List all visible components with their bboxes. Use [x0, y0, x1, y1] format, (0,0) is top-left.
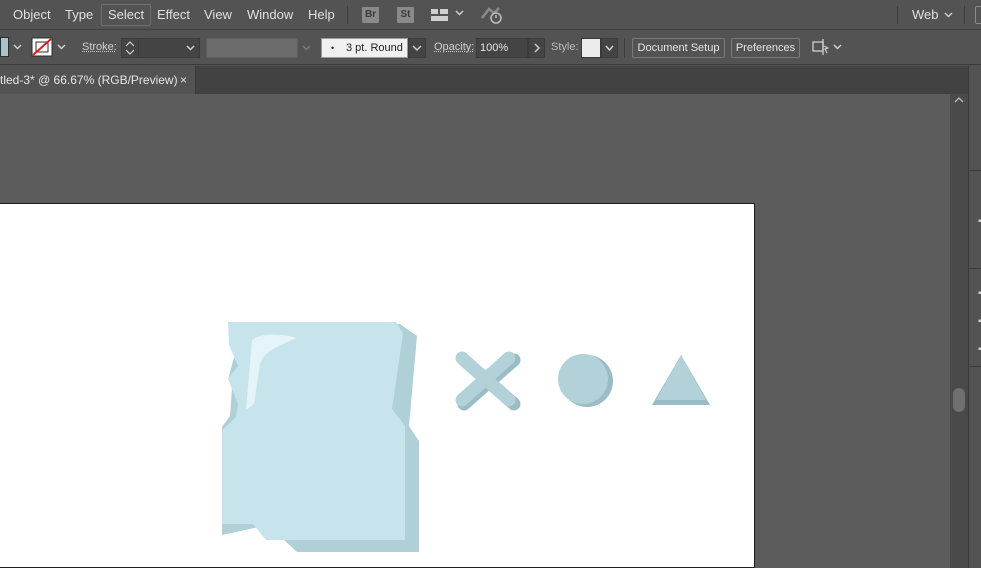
workspace-chevron-down-icon[interactable]: [944, 10, 953, 22]
stroke-swatch-icon[interactable]: [31, 37, 53, 57]
opacity-field[interactable]: 100%: [476, 38, 528, 58]
menu-effect[interactable]: Effect: [151, 4, 196, 26]
align-chevron-down-icon[interactable]: [833, 42, 842, 54]
bridge-badge[interactable]: Br: [362, 7, 379, 23]
menu-type[interactable]: Type: [59, 4, 99, 26]
stroke-weight-chevron-down-icon[interactable]: [186, 43, 195, 55]
brush-definition[interactable]: • 3 pt. Round: [321, 38, 408, 58]
menu-bar: Object Type Select Effect View Window He…: [0, 0, 981, 30]
fill-swatch[interactable]: [0, 37, 9, 57]
graphic-style-swatch[interactable]: [581, 38, 601, 58]
opacity-arrow-button[interactable]: [528, 38, 545, 58]
workspace-switcher[interactable]: Web: [906, 4, 945, 26]
menu-object[interactable]: Object: [7, 4, 57, 26]
arrange-documents-icon[interactable]: [431, 9, 448, 21]
dock-divider: [969, 366, 981, 367]
circle-shape: [558, 354, 613, 407]
stock-badge[interactable]: St: [397, 7, 414, 23]
brush-dot-icon: •: [331, 43, 335, 53]
stepper-icon[interactable]: [121, 38, 139, 58]
menu-separator: [964, 6, 965, 24]
menu-separator: [347, 6, 348, 24]
cube-illustration: [222, 322, 419, 552]
style-label: Style:: [551, 41, 579, 53]
dock-divider: [969, 268, 981, 269]
triangle-shape: [652, 355, 710, 405]
menu-view[interactable]: View: [198, 4, 238, 26]
brush-label: 3 pt. Round: [346, 42, 403, 54]
document-tab-bar: tled-3* @ 66.67% (RGB/Preview) ×: [0, 66, 968, 94]
scroll-up-icon[interactable]: [954, 96, 964, 107]
menu-help[interactable]: Help: [302, 4, 341, 26]
dock-divider: [969, 170, 981, 171]
brush-dropdown[interactable]: [408, 38, 426, 58]
vertical-scrollbar[interactable]: [950, 94, 968, 568]
menu-separator: [897, 6, 898, 24]
menu-select[interactable]: Select: [101, 4, 152, 26]
scroll-thumb[interactable]: [953, 388, 965, 412]
menu-window[interactable]: Window: [241, 4, 299, 26]
style-dropdown[interactable]: [601, 38, 618, 58]
document-tab[interactable]: tled-3* @ 66.67% (RGB/Preview) ×: [0, 66, 196, 94]
opacity-label[interactable]: Opacity:: [434, 41, 474, 53]
artboard[interactable]: [0, 203, 755, 568]
search-box-edge[interactable]: [975, 6, 981, 24]
control-bar: Stroke: • 3 pt. Round Opacity: 100% Styl…: [0, 31, 981, 65]
profile-chevron-down-icon[interactable]: [302, 43, 311, 55]
artwork-layer: [222, 322, 710, 552]
fill-chevron-down-icon[interactable]: [13, 42, 22, 54]
variable-width-profile[interactable]: [206, 38, 298, 58]
control-separator: [624, 38, 625, 58]
align-icon[interactable]: [811, 38, 830, 56]
arrange-chevron-down-icon[interactable]: [455, 8, 464, 20]
stroke-label[interactable]: Stroke:: [82, 41, 117, 53]
stroke-chevron-down-icon[interactable]: [57, 42, 66, 54]
preferences-button[interactable]: Preferences: [731, 38, 800, 58]
document-tab-title: tled-3* @ 66.67% (RGB/Preview): [0, 73, 178, 87]
document-setup-button[interactable]: Document Setup: [632, 38, 725, 58]
cross-shape: [455, 351, 521, 411]
panel-dock: ▪ ▪ ▪ ▪: [968, 66, 981, 568]
close-icon[interactable]: ×: [180, 66, 187, 94]
gpu-performance-icon[interactable]: [481, 6, 503, 24]
